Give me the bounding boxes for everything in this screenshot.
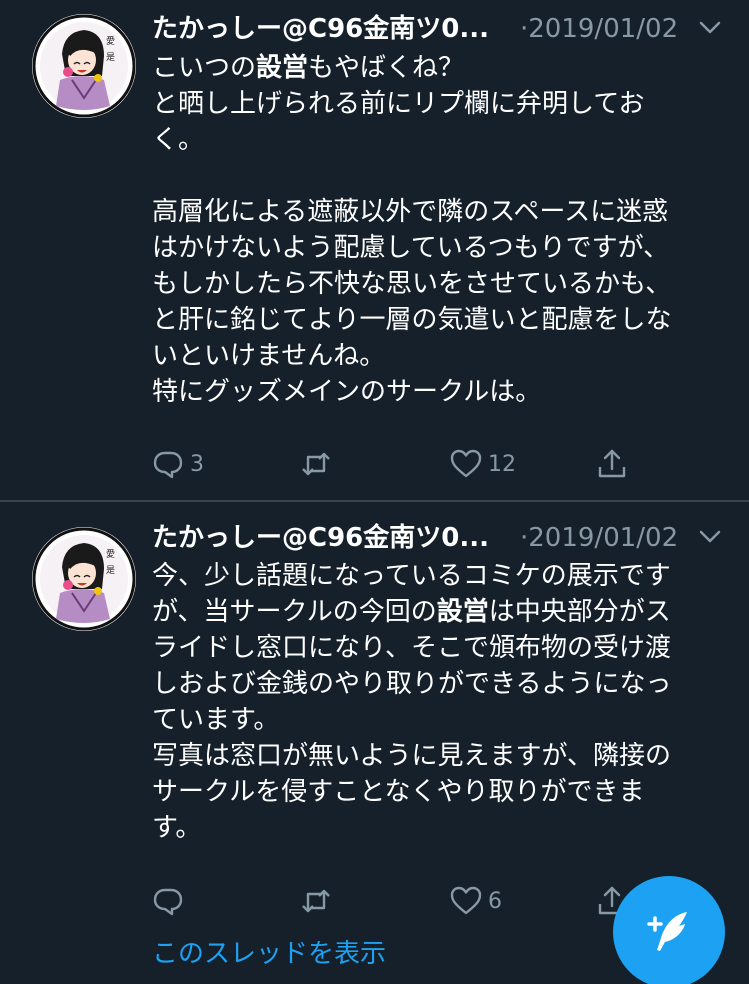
avatar[interactable]: 愛 是 bbox=[32, 527, 136, 631]
text-run: もしかしたら不快な思いをさせているかも、 bbox=[152, 269, 672, 299]
svg-text:愛: 愛 bbox=[106, 35, 115, 47]
tweet-text-line: と晒し上げられる前にリプ欄に弁明してお bbox=[152, 86, 732, 122]
tweet-text-line: こいつの設営もやばくね？ bbox=[152, 50, 732, 86]
tweet-text-line: もしかしたら不快な思いをさせているかも、 bbox=[152, 266, 732, 302]
tweet-text: 今、少し話題になっているコミケの展示です が、当サークルの今回の設営は中央部分がス… bbox=[152, 558, 732, 846]
text-run: もやばくね？ bbox=[308, 53, 465, 83]
tweet-text-line: ライドし窓口になり、そこで頒布物の受け渡 bbox=[152, 630, 732, 666]
like-button[interactable]: 6 bbox=[450, 881, 502, 921]
tweet-text-line: ています。 bbox=[152, 702, 732, 738]
tweet-text-line: す。 bbox=[152, 810, 732, 846]
heart-icon bbox=[450, 449, 482, 478]
avatar-illustration: 愛 是 bbox=[32, 527, 136, 631]
tweet-text-line: が、当サークルの今回の設営は中央部分がス bbox=[152, 594, 732, 630]
retweet-icon bbox=[302, 452, 330, 476]
tweet-text-line: 今、少し話題になっているコミケの展示です bbox=[152, 558, 732, 594]
text-run: は中央部分がス bbox=[488, 597, 671, 627]
text-run: と肝に銘じてより一層の気遣いと配慮をしな bbox=[152, 305, 672, 335]
date-text: 2019/01/02 bbox=[528, 523, 679, 553]
text-run: す。 bbox=[152, 813, 202, 843]
tweet-text-line bbox=[152, 158, 732, 194]
tweet-actions: 6 bbox=[152, 881, 652, 921]
like-count: 12 bbox=[488, 451, 516, 477]
text-run: サークルを侵すことなくやり取りができま bbox=[152, 777, 645, 807]
tweet-text-line: しおよび金銭のやり取りができるようになっ bbox=[152, 666, 732, 702]
reply-button[interactable]: 3 bbox=[152, 444, 204, 484]
text-run: く。 bbox=[152, 125, 205, 155]
tweet-text-line: 特にグッズメインのサークルは。 bbox=[152, 374, 732, 410]
retweet-button[interactable] bbox=[300, 881, 338, 921]
author-name[interactable]: たかっしー@C96金南ツ0... bbox=[152, 12, 489, 46]
text-run: ています。 bbox=[152, 705, 280, 735]
tweet-text-line: サークルを侵すことなくやり取りができま bbox=[152, 774, 732, 810]
text-run: はかけないよう配慮しているつもりですが、 bbox=[152, 233, 670, 263]
compose-tweet-icon bbox=[647, 912, 687, 951]
like-button[interactable]: 12 bbox=[450, 444, 516, 484]
date-text: 2019/01/02 bbox=[528, 14, 679, 44]
chevron-down-icon[interactable] bbox=[699, 529, 721, 545]
retweet-button[interactable] bbox=[300, 444, 338, 484]
text-run: が、当サークルの今回の bbox=[152, 597, 437, 627]
tweet-text-line: はかけないよう配慮しているつもりですが、 bbox=[152, 230, 732, 266]
svg-text:是: 是 bbox=[106, 565, 115, 576]
reply-count: 3 bbox=[190, 451, 204, 477]
text-run: と晒し上げられる前にリプ欄に弁明してお bbox=[152, 89, 645, 119]
tweet-text-line: いといけませんね。 bbox=[152, 338, 732, 374]
compose-tweet-button[interactable] bbox=[613, 876, 725, 984]
text-run: 高層化による遮蔽以外で隣のスペースに迷惑 bbox=[152, 197, 669, 227]
retweet-icon bbox=[302, 889, 330, 913]
author-name[interactable]: たかっしー@C96金南ツ0... bbox=[152, 521, 489, 555]
tweet-text-line: 写真は窓口が無いように見えますが、隣接の bbox=[152, 738, 732, 774]
text-run: ライドし窓口になり、そこで頒布物の受け渡 bbox=[152, 633, 671, 663]
share-icon bbox=[598, 449, 626, 478]
like-count: 6 bbox=[488, 888, 502, 914]
tweet-text-line: く。 bbox=[152, 122, 732, 158]
tweet-header: たかっしー@C96金南ツ0... ·2019/01/02 bbox=[152, 521, 733, 555]
text-run: 特にグッズメインのサークルは。 bbox=[152, 377, 542, 407]
highlighted-keyword: 設営 bbox=[256, 53, 309, 83]
tweet[interactable]: 愛 是 たかっしー@C96金南ツ0... ·2019/01/02 こいつの設営も… bbox=[0, 0, 749, 500]
tweet-header: たかっしー@C96金南ツ0... ·2019/01/02 bbox=[152, 12, 733, 46]
avatar[interactable]: 愛 是 bbox=[32, 14, 136, 118]
svg-text:是: 是 bbox=[106, 52, 115, 63]
highlighted-keyword: 設営 bbox=[436, 597, 489, 627]
text-run: しおよび金銭のやり取りができるようになっ bbox=[152, 669, 672, 699]
chevron-down-icon[interactable] bbox=[699, 20, 721, 36]
tweet-date[interactable]: ·2019/01/02 bbox=[520, 12, 678, 46]
tweet-actions: 3 12 bbox=[152, 444, 652, 484]
share-button[interactable] bbox=[596, 444, 628, 484]
svg-text:愛: 愛 bbox=[106, 548, 115, 560]
tweet-date[interactable]: ·2019/01/02 bbox=[520, 521, 678, 555]
tweet-text-line: 高層化による遮蔽以外で隣のスペースに迷惑 bbox=[152, 194, 732, 230]
text-run: こいつの bbox=[152, 53, 257, 83]
heart-icon bbox=[450, 886, 482, 915]
avatar-illustration: 愛 是 bbox=[32, 14, 136, 118]
tweet-divider bbox=[0, 500, 749, 502]
tweet-text-line: と肝に銘じてより一層の気遣いと配慮をしな bbox=[152, 302, 732, 338]
text-run: 今、少し話題になっているコミケの展示です bbox=[152, 561, 671, 591]
reply-button[interactable] bbox=[152, 881, 190, 921]
reply-icon bbox=[153, 451, 183, 479]
tweet-text: こいつの設営もやばくね？ と晒し上げられる前にリプ欄に弁明してお く。 高層化による遮… bbox=[152, 50, 732, 410]
show-thread-link[interactable]: このスレッドを表示 bbox=[152, 936, 386, 972]
text-run: いといけませんね。 bbox=[152, 341, 386, 371]
reply-icon bbox=[153, 888, 183, 916]
text-run: 写真は窓口が無いように見えますが、隣接の bbox=[152, 741, 671, 771]
